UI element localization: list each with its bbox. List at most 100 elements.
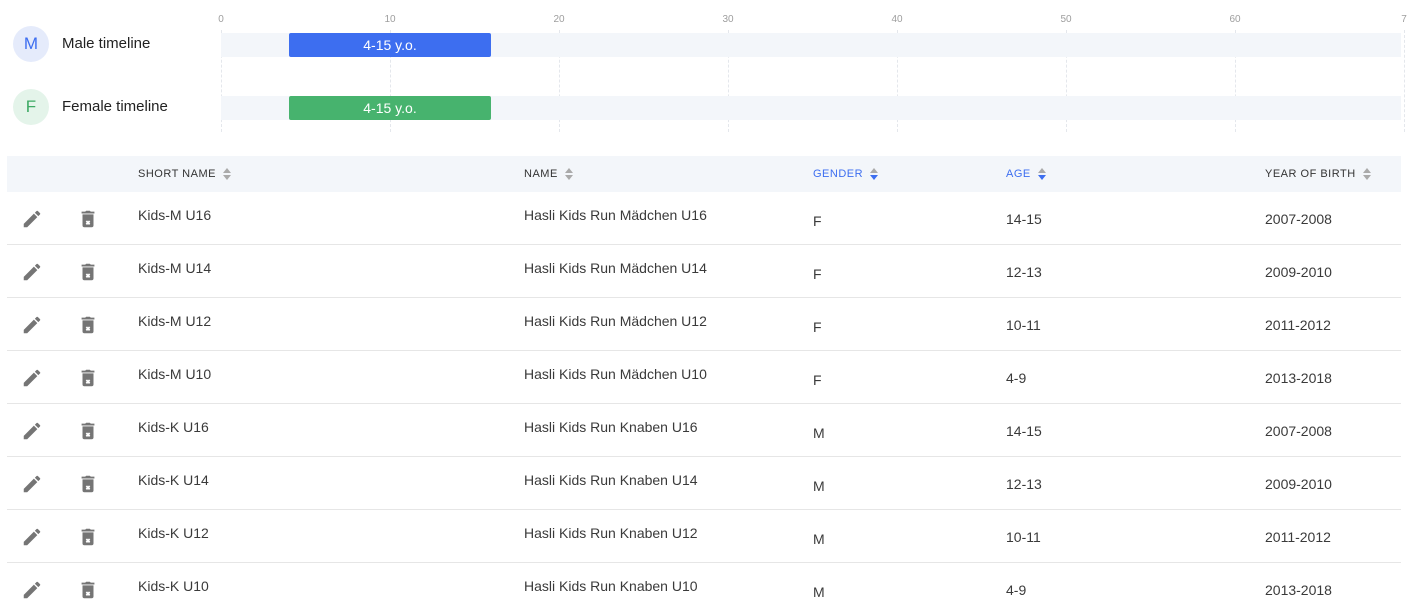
cell-name: Hasli Kids Run Mädchen U12	[524, 313, 707, 329]
male-timeline-label: Male timeline	[62, 35, 151, 52]
cell-year-of-birth: 2013-2018	[1265, 370, 1332, 386]
female-age-range-bar[interactable]: 4-15 y.o.	[288, 96, 492, 120]
timeline-tick-label: 30	[722, 14, 734, 25]
cell-short-name: Kids-M U16	[138, 207, 212, 223]
pencil-icon[interactable]	[21, 367, 43, 389]
timeline-tick-label: 60	[1229, 14, 1241, 25]
cell-short-name: Kids-M U10	[138, 366, 212, 382]
header-short-name-label: SHORT NAME	[138, 168, 216, 180]
cell-gender: M	[813, 425, 825, 441]
cell-name: Hasli Kids Run Mädchen U14	[524, 260, 707, 276]
trash-icon[interactable]	[77, 314, 99, 336]
table-row[interactable]: Kids-K U16 Hasli Kids Run Knaben U16 M 14-1…	[7, 404, 1401, 457]
pencil-icon[interactable]	[21, 261, 43, 283]
cell-name: Hasli Kids Run Knaben U10	[524, 578, 698, 594]
timeline-tick-label: 50	[1060, 14, 1072, 25]
pencil-icon[interactable]	[21, 526, 43, 548]
female-timeline-track: 4-15 y.o.	[221, 96, 1401, 120]
cell-year-of-birth: 2009-2010	[1265, 476, 1332, 492]
trash-icon[interactable]	[77, 420, 99, 442]
cell-short-name: Kids-K U12	[138, 525, 209, 541]
cell-age: 4-9	[1006, 582, 1027, 598]
table-row[interactable]: Kids-M U10 Hasli Kids Run Mädchen U10 F 4-9…	[7, 351, 1401, 404]
header-name[interactable]: NAME	[524, 156, 574, 192]
header-year-of-birth-label: YEAR OF BIRTH	[1265, 168, 1356, 180]
trash-icon[interactable]	[77, 208, 99, 230]
cell-short-name: Kids-K U14	[138, 472, 209, 488]
table-row[interactable]: Kids-K U10 Hasli Kids Run Knaben U10 M 4-9 2…	[7, 563, 1401, 606]
cell-age: 10-11	[1006, 529, 1041, 545]
pencil-icon[interactable]	[21, 579, 43, 601]
header-year-of-birth[interactable]: YEAR OF BIRTH	[1265, 156, 1372, 192]
cell-name: Hasli Kids Run Mädchen U10	[524, 366, 707, 382]
pencil-icon[interactable]	[21, 208, 43, 230]
age-timeline: 0 10 20 30 40 50 60 7 M Male timeline 4-15 y.o.…	[0, 0, 1408, 140]
trash-icon[interactable]	[77, 367, 99, 389]
trash-icon[interactable]	[77, 579, 99, 601]
female-timeline-label: Female timeline	[62, 98, 168, 115]
header-name-label: NAME	[524, 168, 558, 180]
cell-age: 4-9	[1006, 370, 1027, 386]
header-age-label: AGE	[1006, 168, 1031, 180]
trash-icon[interactable]	[77, 261, 99, 283]
cell-gender: M	[813, 531, 825, 547]
table-row[interactable]: Kids-K U14 Hasli Kids Run Knaben U14 M 12-1…	[7, 457, 1401, 510]
cell-year-of-birth: 2007-2008	[1265, 211, 1332, 227]
male-age-range-bar[interactable]: 4-15 y.o.	[288, 33, 492, 57]
male-timeline-track: 4-15 y.o.	[221, 33, 1401, 57]
cell-short-name: Kids-K U10	[138, 578, 209, 594]
header-age[interactable]: AGE	[1006, 156, 1047, 192]
cell-gender: F	[813, 319, 822, 335]
header-gender-label: GENDER	[813, 168, 864, 180]
sort-icon	[869, 167, 879, 181]
trash-icon[interactable]	[77, 526, 99, 548]
cell-gender: M	[813, 478, 825, 494]
cell-name: Hasli Kids Run Knaben U12	[524, 525, 698, 541]
cell-short-name: Kids-K U16	[138, 419, 209, 435]
header-short-name[interactable]: SHORT NAME	[138, 156, 232, 192]
cell-age: 12-13	[1006, 476, 1042, 492]
cell-year-of-birth: 2011-2012	[1265, 529, 1331, 545]
male-avatar: M	[13, 26, 49, 62]
pencil-icon[interactable]	[21, 314, 43, 336]
sort-icon	[222, 167, 232, 181]
pencil-icon[interactable]	[21, 420, 43, 442]
cell-age: 14-15	[1006, 211, 1042, 227]
sort-icon	[564, 167, 574, 181]
cell-short-name: Kids-M U12	[138, 313, 212, 329]
timeline-tick-label: 7	[1401, 14, 1407, 25]
cell-age: 10-11	[1006, 317, 1041, 333]
timeline-tick-label: 10	[384, 14, 396, 25]
cell-name: Hasli Kids Run Mädchen U16	[524, 207, 707, 223]
header-gender[interactable]: GENDER	[813, 156, 879, 192]
sort-icon	[1362, 167, 1372, 181]
female-avatar: F	[13, 89, 49, 125]
page: 0 10 20 30 40 50 60 7 M Male timeline 4-15 y.o.…	[0, 0, 1408, 606]
female-timeline-row: F Female timeline 4-15 y.o.	[0, 89, 1408, 125]
table-row[interactable]: Kids-K U12 Hasli Kids Run Knaben U12 M 10-1…	[7, 510, 1401, 563]
pencil-icon[interactable]	[21, 473, 43, 495]
table-row[interactable]: Kids-M U16 Hasli Kids Run Mädchen U16 F 14-…	[7, 192, 1401, 245]
table-row[interactable]: Kids-M U14 Hasli Kids Run Mädchen U14 F 12-…	[7, 245, 1401, 298]
cell-year-of-birth: 2007-2008	[1265, 423, 1332, 439]
cell-gender: F	[813, 266, 822, 282]
cell-age: 14-15	[1006, 423, 1042, 439]
male-timeline-row: M Male timeline 4-15 y.o.	[0, 26, 1408, 62]
cell-gender: F	[813, 213, 822, 229]
sort-icon	[1037, 167, 1047, 181]
categories-table: SHORT NAME NAME GENDER AGE YEAR OF BIRTH…	[7, 156, 1401, 606]
cell-year-of-birth: 2013-2018	[1265, 582, 1332, 598]
cell-name: Hasli Kids Run Knaben U14	[524, 472, 698, 488]
cell-year-of-birth: 2009-2010	[1265, 264, 1332, 280]
trash-icon[interactable]	[77, 473, 99, 495]
table-body: Kids-M U16 Hasli Kids Run Mädchen U16 F 14-…	[7, 192, 1401, 606]
timeline-tick-label: 40	[891, 14, 903, 25]
table-header: SHORT NAME NAME GENDER AGE YEAR OF BIRTH	[7, 156, 1401, 192]
cell-age: 12-13	[1006, 264, 1042, 280]
cell-gender: M	[813, 584, 825, 600]
cell-gender: F	[813, 372, 822, 388]
timeline-tick-label: 0	[218, 14, 224, 25]
cell-year-of-birth: 2011-2012	[1265, 317, 1331, 333]
table-row[interactable]: Kids-M U12 Hasli Kids Run Mädchen U12 F 10-…	[7, 298, 1401, 351]
timeline-tick-label: 20	[553, 14, 565, 25]
